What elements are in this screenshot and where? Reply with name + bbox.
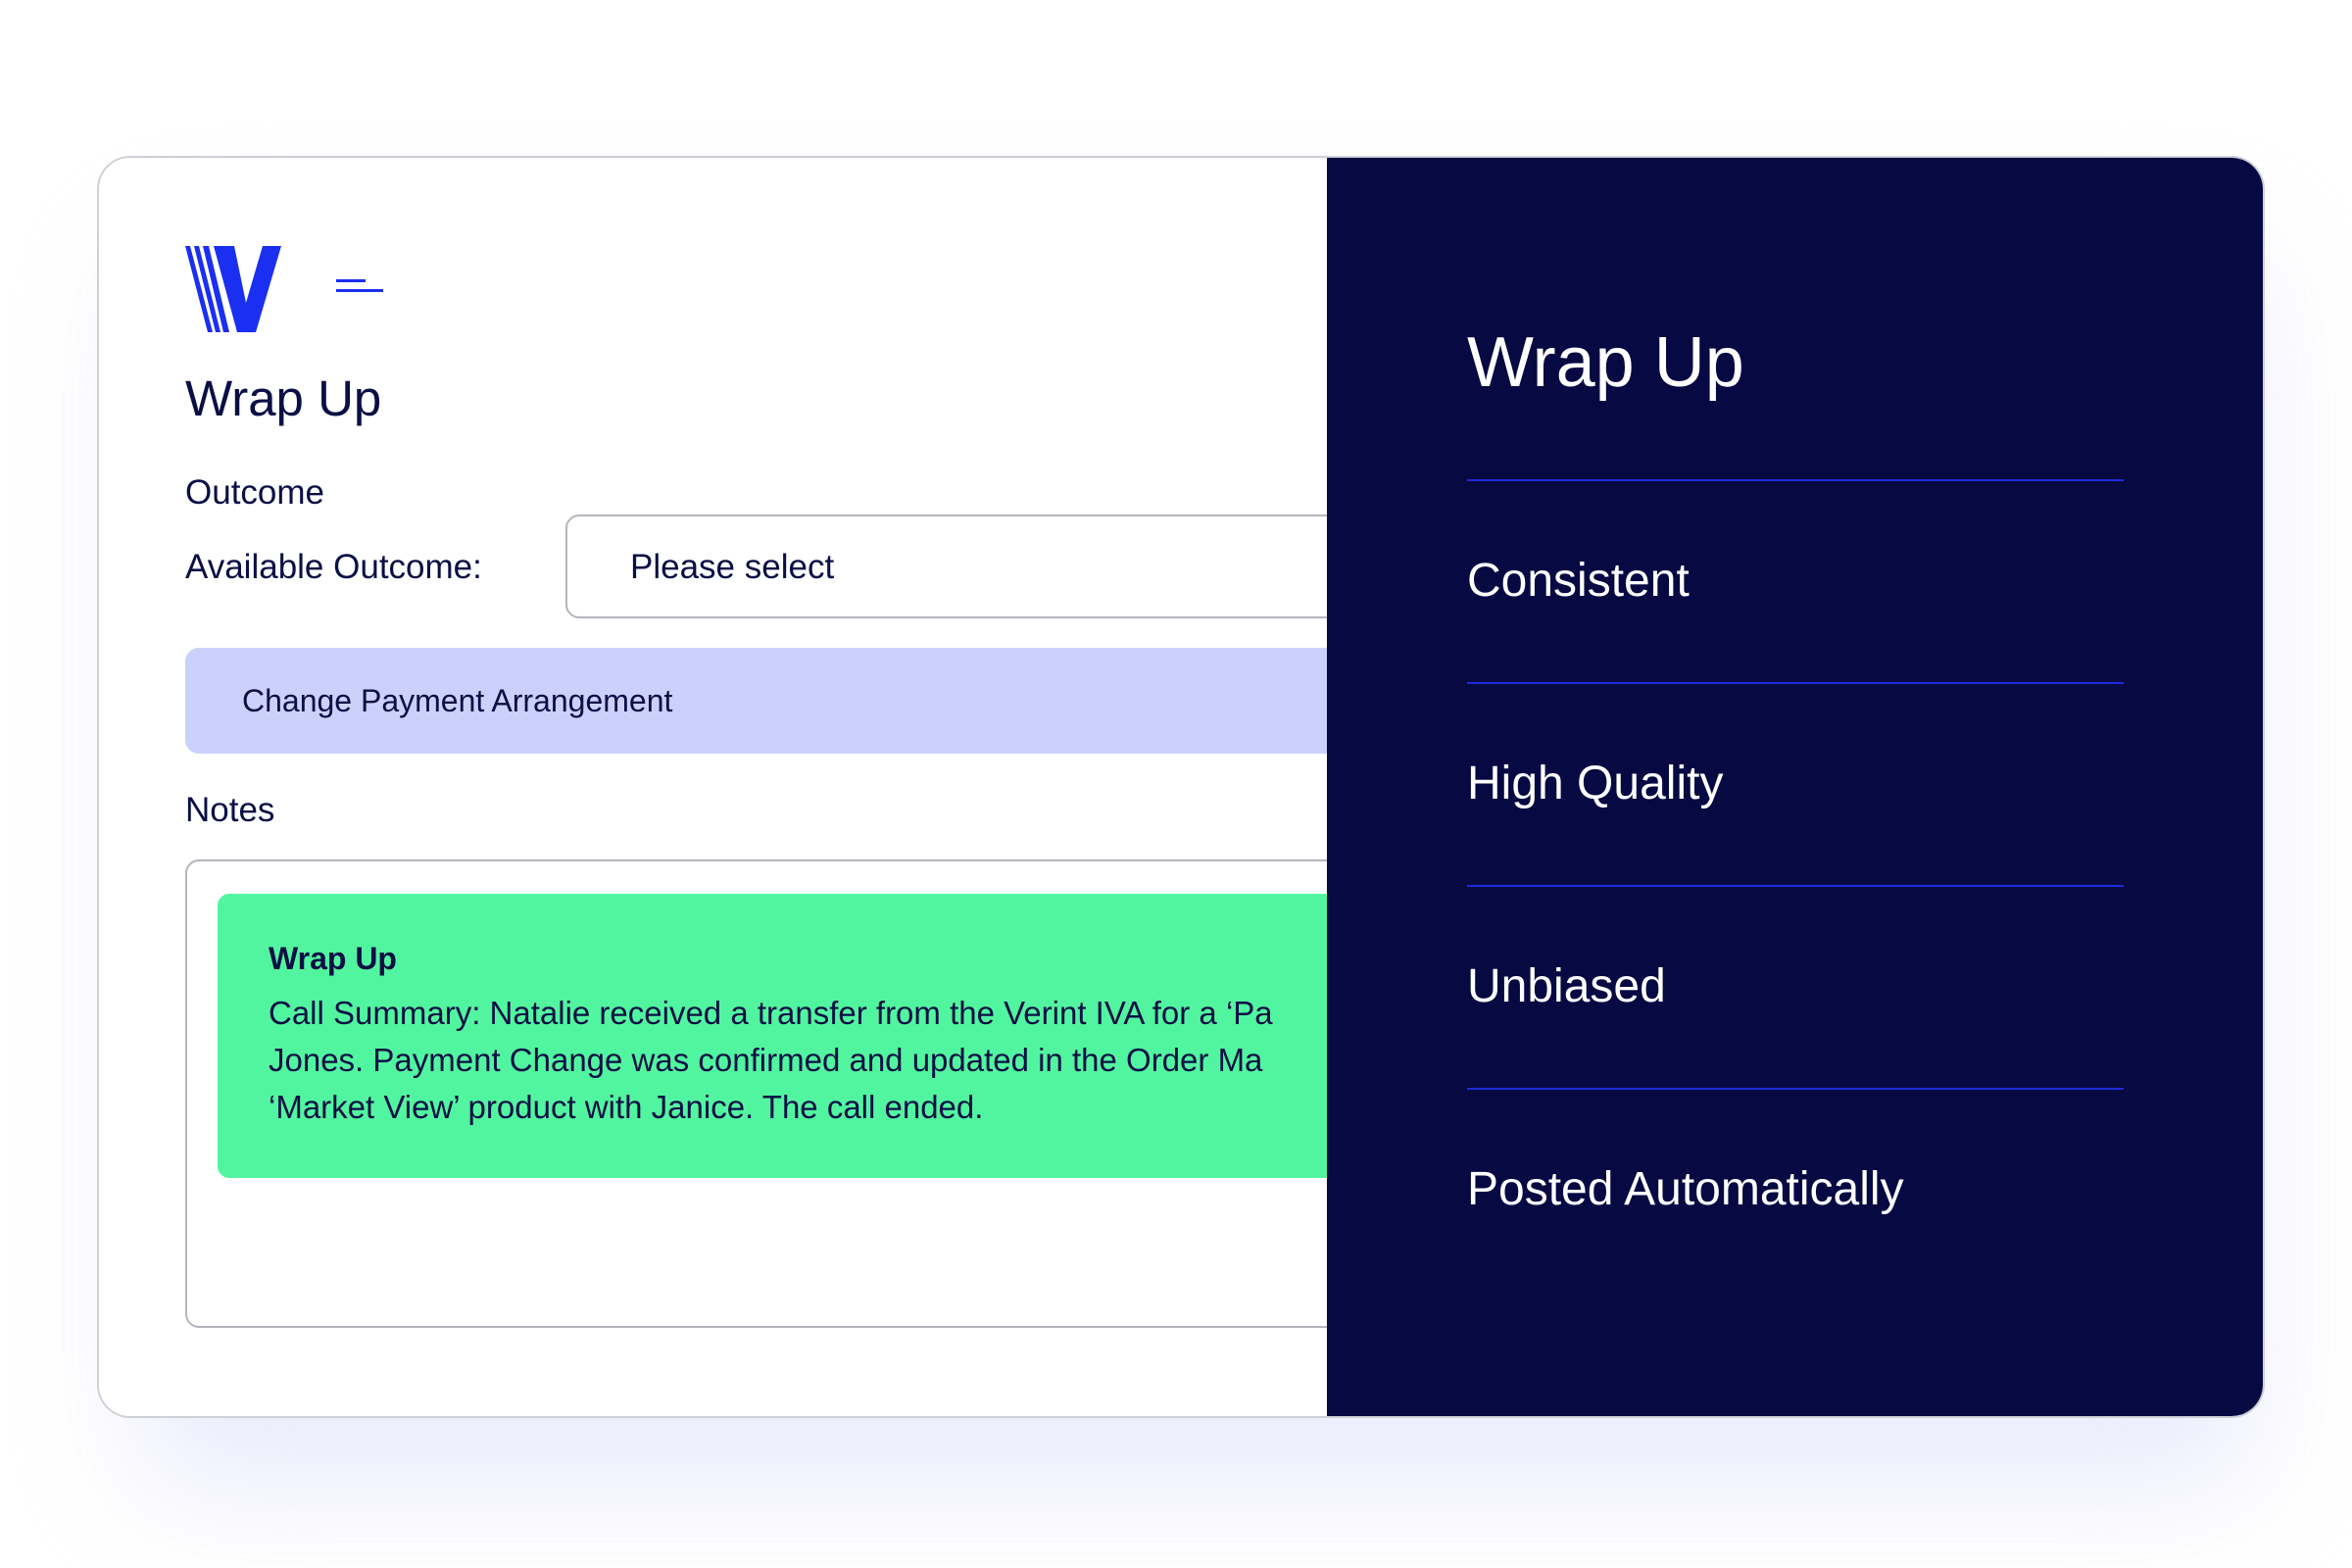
available-outcome-select[interactable]: Please select (565, 514, 1389, 618)
feature-consistent: Consistent (1467, 555, 1690, 607)
wrap-up-form-panel: Wrap Up Outcome Available Outcome: Pleas… (99, 158, 1400, 1416)
select-value: Please select (630, 548, 835, 586)
feature-posted-automatically: Posted Automatically (1467, 1163, 1904, 1215)
features-panel: Wrap Up Consistent High Quality Unbiased… (1327, 158, 2263, 1416)
notes-label: Notes (185, 791, 275, 829)
feature-unbiased: Unbiased (1467, 960, 1666, 1012)
outcome-section-label: Outcome (185, 473, 324, 512)
feature-high-quality: High Quality (1467, 758, 1724, 809)
page-title: Wrap Up (185, 370, 382, 426)
outcome-option-label: Change Payment Arrangement (242, 683, 673, 718)
call-summary-card: Wrap Up Call Summary: Natalie received a… (218, 894, 1394, 1178)
divider (1467, 1088, 2124, 1090)
features-title: Wrap Up (1467, 323, 1744, 402)
available-outcome-label: Available Outcome: (185, 548, 482, 586)
hamburger-menu-icon[interactable] (336, 279, 383, 299)
page: Wrap Up Outcome Available Outcome: Pleas… (0, 0, 2352, 1568)
verint-v-logo-icon (185, 246, 281, 332)
outcome-option-change-payment-arrangement[interactable]: Change Payment Arrangement (185, 648, 1400, 754)
summary-title: Wrap Up (269, 941, 397, 976)
wrap-up-card: Wrap Up Outcome Available Outcome: Pleas… (99, 158, 2263, 1416)
divider (1467, 885, 2124, 887)
divider (1467, 479, 2124, 481)
divider (1467, 682, 2124, 684)
